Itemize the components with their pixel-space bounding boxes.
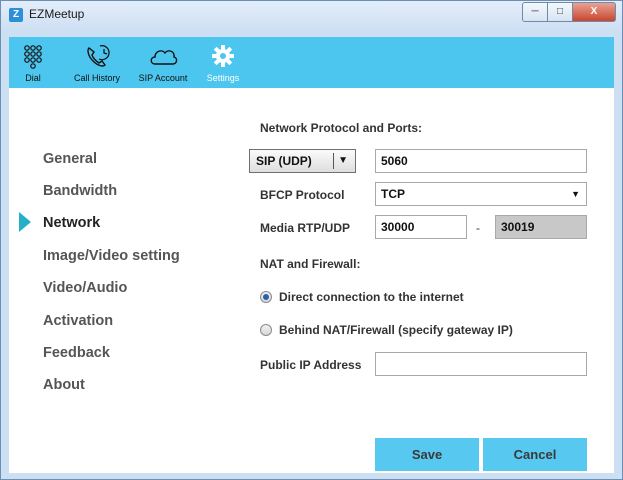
app-logo-icon: Z [9, 8, 23, 22]
media-port-to-input: 30019 [495, 215, 587, 239]
window-controls: ─ □ X [522, 2, 616, 22]
toolbar-label: SIP Account [138, 73, 188, 83]
bfcp-protocol-value: TCP [381, 187, 405, 201]
nav-item-bandwidth[interactable]: Bandwidth [43, 183, 117, 199]
media-port-from-input[interactable]: 30000 [375, 215, 467, 239]
bfcp-protocol-select[interactable]: TCP ▼ [375, 182, 587, 206]
radio-direct-connection-label[interactable]: Direct connection to the internet [279, 290, 464, 304]
dropdown-separator [333, 153, 334, 169]
radio-behind-nat[interactable] [260, 324, 272, 336]
nav-item-general[interactable]: General [43, 151, 97, 167]
phone-history-icon [87, 45, 110, 67]
nav-item-network[interactable]: Network [43, 215, 100, 231]
dialpad-icon [24, 45, 42, 69]
gear-icon [212, 45, 234, 67]
section-title-network-protocol: Network Protocol and Ports: [260, 121, 423, 135]
window-title: EZMeetup [29, 7, 85, 21]
toolbar-label: Settings [206, 73, 240, 83]
nav-item-feedback[interactable]: Feedback [43, 345, 110, 361]
cloud-icon [150, 50, 178, 65]
nav-item-activation[interactable]: Activation [43, 313, 113, 329]
toolbar-label: Call History [73, 73, 120, 83]
protocol-value: SIP (UDP) [256, 154, 312, 168]
selected-nav-marker [19, 212, 31, 232]
toolbar-settings[interactable]: Settings [202, 37, 244, 88]
save-button[interactable]: Save [375, 438, 479, 471]
public-ip-label: Public IP Address [260, 358, 362, 372]
maximize-button[interactable]: □ [548, 2, 573, 22]
section-title-nat-firewall: NAT and Firewall: [260, 257, 361, 271]
chevron-down-icon: ▼ [571, 189, 580, 199]
radio-behind-nat-label[interactable]: Behind NAT/Firewall (specify gateway IP) [279, 323, 513, 337]
close-button[interactable]: X [573, 2, 616, 22]
toolbar-dial[interactable]: Dial [19, 37, 47, 88]
nav-item-about[interactable]: About [43, 377, 85, 393]
app-window: Z EZMeetup ─ □ X Dial Call History SIP A… [0, 0, 623, 480]
radio-direct-connection[interactable] [260, 291, 272, 303]
media-rtp-udp-label: Media RTP/UDP [260, 221, 351, 235]
minimize-button[interactable]: ─ [522, 2, 548, 22]
title-bar[interactable]: Z EZMeetup ─ □ X [1, 1, 622, 29]
cancel-button[interactable]: Cancel [483, 438, 587, 471]
sip-port-input[interactable]: 5060 [375, 149, 587, 173]
toolbar-label: Dial [25, 73, 41, 83]
main-toolbar: Dial Call History SIP Account Settings [9, 37, 614, 97]
chevron-down-icon: ▼ [338, 155, 348, 166]
toolbar-call-history[interactable]: Call History [61, 37, 133, 88]
protocol-dropdown[interactable]: SIP (UDP) ▼ [249, 149, 356, 173]
toolbar-sip-account[interactable]: SIP Account [135, 37, 191, 88]
nav-item-image-video-setting[interactable]: Image/Video setting [43, 248, 180, 264]
bfcp-protocol-label: BFCP Protocol [260, 188, 345, 202]
settings-panel: General Bandwidth Network Image/Video se… [9, 88, 614, 473]
nav-item-video-audio[interactable]: Video/Audio [43, 280, 127, 296]
port-range-dash: - [476, 221, 480, 235]
public-ip-input[interactable] [375, 352, 587, 376]
